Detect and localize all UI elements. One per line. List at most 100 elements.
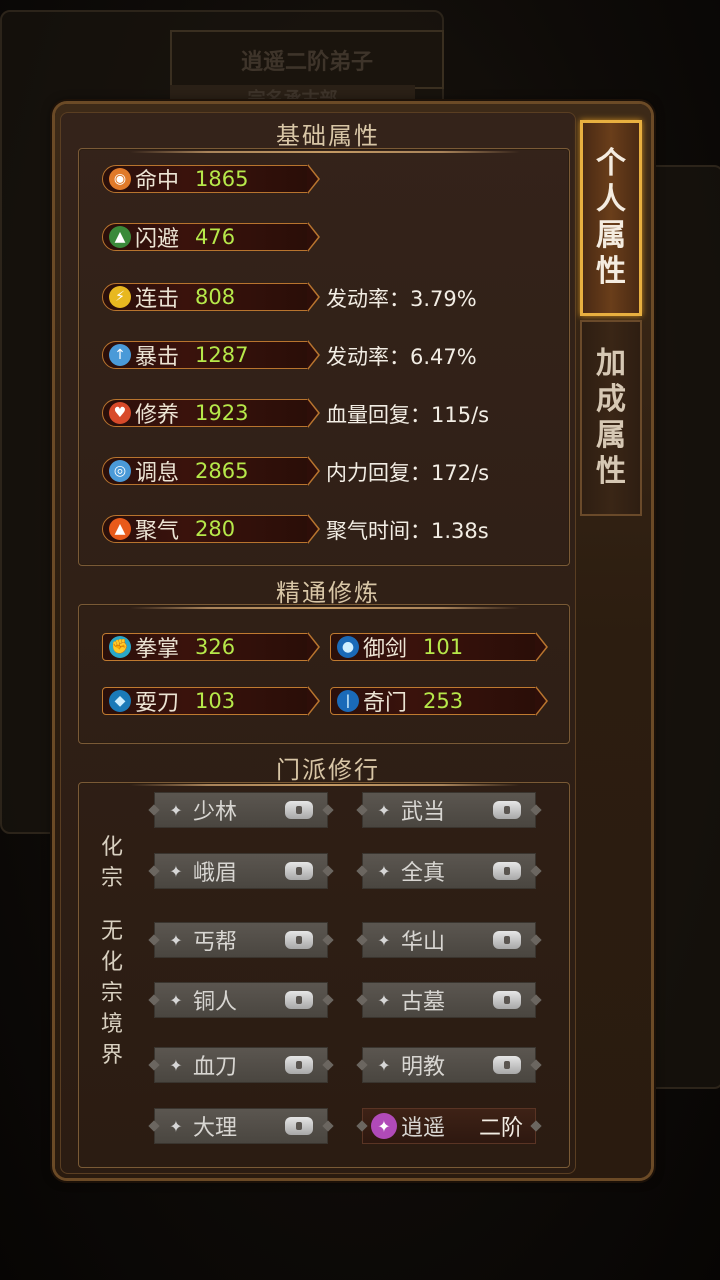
sect-rank: 二阶 [478,1116,523,1141]
sect-name: 丐帮 [193,930,238,955]
lock-icon [285,991,313,1009]
mastery-name: 拳掌 [135,637,180,662]
background-title: 逍遥二阶弟子 [170,30,444,89]
stat-value: 476 [195,225,236,249]
lightning-icon: ⚡ [109,286,131,308]
mastery-value: 253 [423,689,464,713]
stat-value: 1923 [195,401,249,425]
lock-icon [493,991,521,1009]
mastery-1: ● 御剑 101 [330,632,548,662]
stat-1: ▲ 闪避 476 [102,222,320,252]
sect-name: 铜人 [193,990,238,1015]
sect-name: 大理 [193,1116,238,1141]
stat-extra: 内力回复：172/s [326,461,490,485]
sect-name: 明教 [401,1055,446,1080]
sect-name: 武当 [401,800,446,825]
stat-extra: 发动率：6.47% [326,345,477,369]
rune-icon: ǀ [337,690,359,712]
pill-arrow [307,456,320,486]
stat-4: ♥ 修养 1923 [102,398,320,428]
lock-icon [285,931,313,949]
mastery-box [78,604,570,744]
stat-5: ◎ 调息 2865 [102,456,320,486]
lock-icon [493,801,521,819]
sect-tile-right-3[interactable]: ✦ 古墓 [356,982,542,1018]
sect-tile-right-1[interactable]: ✦ 全真 [356,853,542,889]
sect-tile-left-0[interactable]: ✦ 少林 [148,792,334,828]
realm-label-hua-zong: 化宗 [100,835,123,891]
sect-tile-right-5[interactable]: ✦ 逍遥 二阶 [356,1108,542,1144]
emei-icon: ✦ [169,861,183,881]
tab-personal-attributes[interactable]: 个人属性 [580,120,642,316]
pill-arrow [307,340,320,370]
stat-6: ▲ 聚气 280 [102,514,320,544]
sect-tile-left-4[interactable]: ✦ 血刀 [148,1047,334,1083]
breath-icon: ◎ [109,460,131,482]
huashan-icon: ✦ [377,930,391,950]
pill-arrow [307,514,320,544]
target-icon: ◉ [109,168,131,190]
tab-bonus-attributes[interactable]: 加成属性 [580,320,642,516]
stat-extra: 发动率：3.79% [326,287,477,311]
sect-tile-right-4[interactable]: ✦ 明教 [356,1047,542,1083]
boot-icon: ▲ [109,226,131,248]
mastery-3: ǀ 奇门 253 [330,686,548,716]
sect-tile-left-5[interactable]: ✦ 大理 [148,1108,334,1144]
stat-name: 连击 [135,287,180,312]
sect-name: 古墓 [401,990,446,1015]
sect-name: 全真 [401,861,446,886]
sect-tile-left-3[interactable]: ✦ 铜人 [148,982,334,1018]
stat-name: 聚气 [135,519,180,544]
background-panel-right [640,165,720,1089]
stat-value: 808 [195,285,236,309]
dali-icon: ✦ [169,1116,183,1136]
realm-label-wu-hua-zong: 无化宗境界 [100,919,123,1068]
sect-name: 峨眉 [193,861,238,886]
pill-arrow [535,686,548,716]
stat-name: 命中 [135,169,180,194]
stat-extra: 血量回复：115/s [326,403,490,427]
xuedao-icon: ✦ [169,1055,183,1075]
mingjiao-icon: ✦ [377,1055,391,1075]
mastery-value: 326 [195,635,236,659]
stat-value: 1287 [195,343,249,367]
lock-icon [285,801,313,819]
pill-arrow [307,398,320,428]
quanzhen-icon: ✦ [377,861,391,881]
gaibang-icon: ✦ [169,930,183,950]
sect-name: 华山 [401,930,446,955]
sect-tile-left-2[interactable]: ✦ 丐帮 [148,922,334,958]
mastery-value: 101 [423,635,464,659]
wudang-icon: ✦ [377,800,391,820]
mastery-name: 奇门 [363,691,408,716]
sect-name: 逍遥 [401,1116,446,1141]
stat-extra: 聚气时间：1.38s [326,519,489,543]
stat-3: ↑ 暴击 1287 [102,340,320,370]
tongren-icon: ✦ [169,990,183,1010]
mastery-name: 耍刀 [135,691,180,716]
pill-arrow [535,632,548,662]
fist-icon: ✊ [109,636,131,658]
section-title-basic: 基础属性 [276,122,380,150]
stat-value: 280 [195,517,236,541]
stat-name: 修养 [135,403,180,428]
stat-2: ⚡ 连击 808 [102,282,320,312]
sect-tile-left-1[interactable]: ✦ 峨眉 [148,853,334,889]
stat-name: 闪避 [135,227,180,252]
lock-icon [493,1056,521,1074]
mastery-2: ◆ 耍刀 103 [102,686,320,716]
sword-icon: ↑ [109,344,131,366]
sect-tile-right-0[interactable]: ✦ 武当 [356,792,542,828]
lock-icon [493,931,521,949]
heart-icon: ♥ [109,402,131,424]
mastery-name: 御剑 [363,637,408,662]
pill-arrow [307,222,320,252]
flame-icon: ▲ [109,518,131,540]
lock-icon [285,1117,313,1135]
mastery-value: 103 [195,689,236,713]
drop-icon: ● [337,636,359,658]
stat-name: 暴击 [135,345,180,370]
sect-tile-right-2[interactable]: ✦ 华山 [356,922,542,958]
stat-name: 调息 [135,461,180,486]
lock-icon [285,1056,313,1074]
